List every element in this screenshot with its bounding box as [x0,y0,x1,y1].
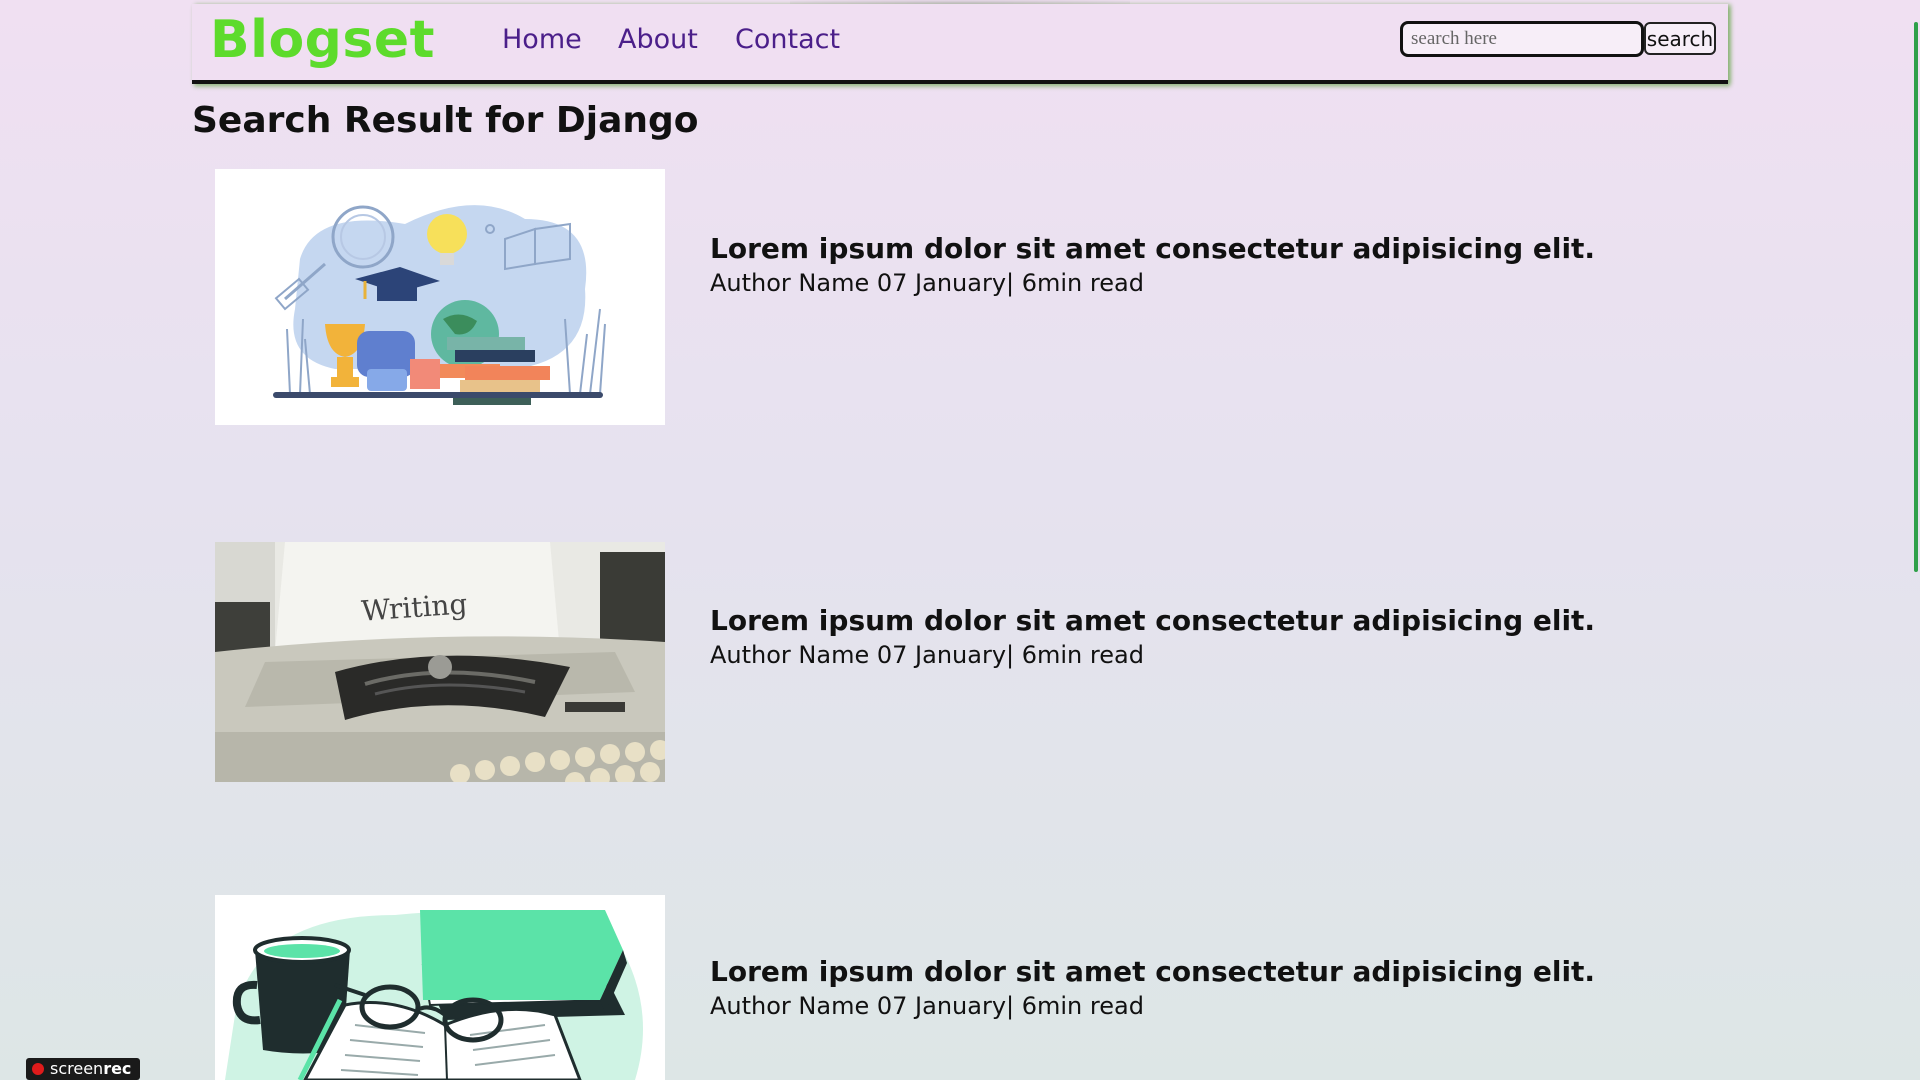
navbar: Blogset Home About Contact search [192,4,1728,84]
post-item[interactable]: Writing Lorem ipsum dolor sit amet conse… [215,542,1655,782]
post-item[interactable]: Lorem ipsum dolor sit amet consectetur a… [215,169,1655,425]
post-thumbnail[interactable]: Writing [215,542,665,782]
search-button[interactable]: search [1644,22,1716,55]
education-illustration [215,169,665,425]
typewriter-photo: Writing [215,542,665,782]
post-meta: Author Name 07 January| 6min read [710,992,1144,1020]
post-meta: Author Name 07 January| 6min read [710,641,1144,669]
post-title[interactable]: Lorem ipsum dolor sit amet consectetur a… [710,232,1595,265]
post-item[interactable]: Lorem ipsum dolor sit amet consectetur a… [215,895,1655,1080]
post-title[interactable]: Lorem ipsum dolor sit amet consectetur a… [710,955,1595,988]
nav-home-link[interactable]: Home [502,24,582,55]
books-coffee-illustration [215,895,665,1080]
page-title: Search Result for Django [192,100,699,141]
scrollbar[interactable] [1912,0,1920,1080]
post-thumbnail[interactable] [215,895,665,1080]
record-icon [32,1063,44,1075]
nav-about-link[interactable]: About [618,24,698,55]
post-title[interactable]: Lorem ipsum dolor sit amet consectetur a… [710,604,1595,637]
site-logo[interactable]: Blogset [210,10,435,70]
post-thumbnail[interactable] [215,169,665,425]
search-input[interactable] [1400,21,1644,57]
nav-contact-link[interactable]: Contact [735,24,840,55]
screenrec-label: screenrec [50,1059,132,1078]
screenrec-badge: screenrec [26,1058,140,1080]
scrollbar-thumb[interactable] [1914,22,1918,572]
post-meta: Author Name 07 January| 6min read [710,269,1144,297]
